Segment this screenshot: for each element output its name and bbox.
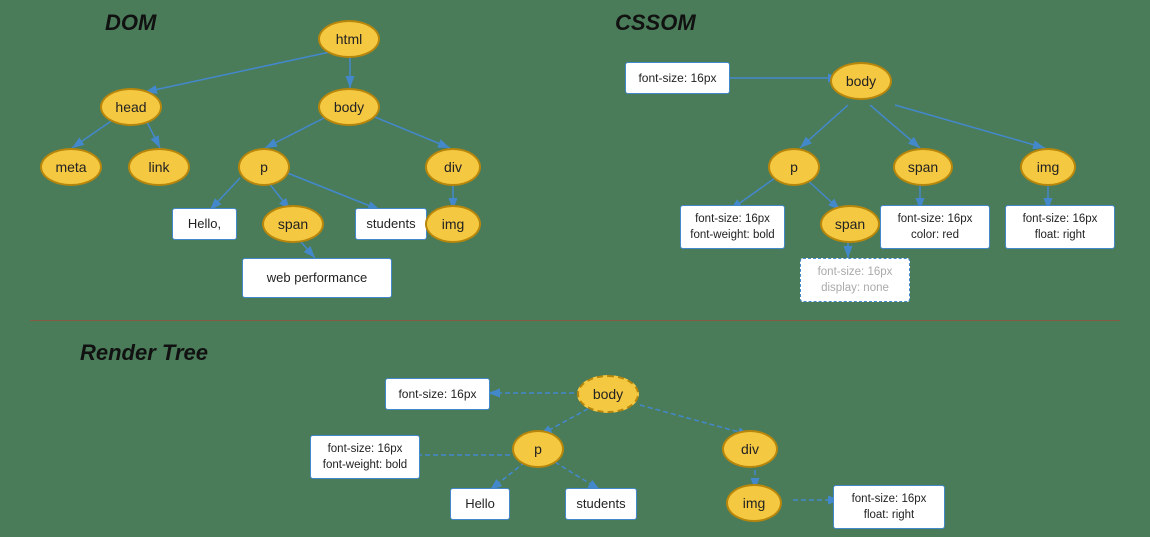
arrows-svg: [0, 0, 1150, 537]
dom-hello-node: Hello,: [172, 208, 237, 240]
render-font-size-img-rect: font-size: 16px float: right: [833, 485, 945, 529]
dom-meta-node: meta: [40, 148, 102, 186]
cssom-img-node: img: [1020, 148, 1076, 186]
render-students-node: students: [565, 488, 637, 520]
cssom-font-size-p-rect: font-size: 16px font-weight: bold: [680, 205, 785, 249]
cssom-font-size-display-none-rect: font-size: 16px display: none: [800, 258, 910, 302]
dom-img-node: img: [425, 205, 481, 243]
dom-title: DOM: [105, 10, 156, 36]
render-font-size-p-rect: font-size: 16px font-weight: bold: [310, 435, 420, 479]
dom-html-node: html: [318, 20, 380, 58]
render-hello-node: Hello: [450, 488, 510, 520]
render-tree-title: Render Tree: [80, 340, 208, 366]
render-p-node: p: [512, 430, 564, 468]
render-body-node: body: [577, 375, 639, 413]
render-img-node: img: [726, 484, 782, 522]
cssom-p-node: p: [768, 148, 820, 186]
cssom-title: CSSOM: [615, 10, 696, 36]
dom-span-node: span: [262, 205, 324, 243]
cssom-body-node: body: [830, 62, 892, 100]
dom-body-node: body: [318, 88, 380, 126]
dom-head-node: head: [100, 88, 162, 126]
cssom-span-outer-node: span: [893, 148, 953, 186]
cssom-font-size-span-rect: font-size: 16px color: red: [880, 205, 990, 249]
cssom-font-size-img-rect: font-size: 16px float: right: [1005, 205, 1115, 249]
divider-line: [30, 320, 1120, 321]
dom-div-node: div: [425, 148, 481, 186]
cssom-span-inner-node: span: [820, 205, 880, 243]
render-div-node: div: [722, 430, 778, 468]
render-font-size-top-rect: font-size: 16px: [385, 378, 490, 410]
dom-students-node: students: [355, 208, 427, 240]
dom-link-node: link: [128, 148, 190, 186]
cssom-font-size-body-rect: font-size: 16px: [625, 62, 730, 94]
dom-p-node: p: [238, 148, 290, 186]
diagram-container: DOM html head body meta link p div Hello…: [0, 0, 1150, 537]
dom-web-performance-node: web performance: [242, 258, 392, 298]
